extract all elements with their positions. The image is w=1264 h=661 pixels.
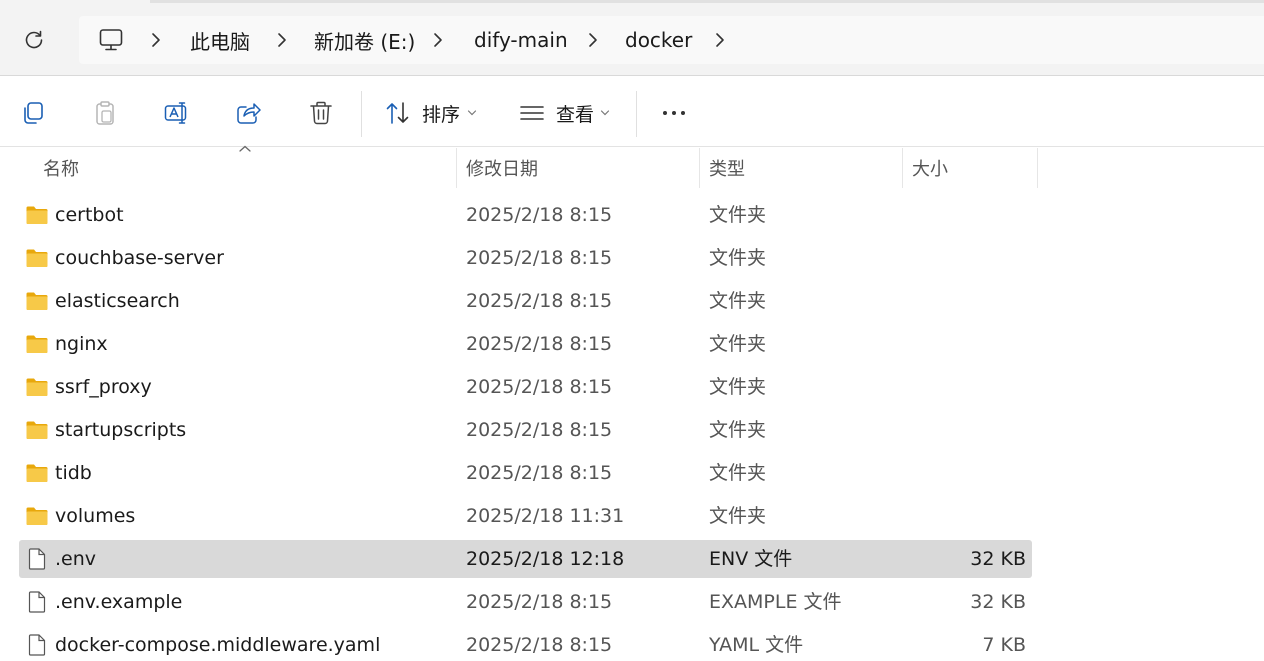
more-icon[interactable] (660, 99, 688, 127)
file-size: 32 KB (970, 591, 1026, 613)
file-date: 2025/2/18 8:15 (466, 376, 613, 398)
refresh-button[interactable] (18, 24, 50, 56)
breadcrumb-this-pc[interactable]: 此电脑 (190, 16, 250, 64)
chevron-right-icon[interactable] (147, 31, 165, 49)
folder-icon (26, 421, 48, 439)
folder-row[interactable]: nginx 2025/2/18 8:15 文件夹 (19, 325, 1032, 363)
folder-icon (26, 464, 48, 482)
command-bar: 排序 查看 (0, 77, 1264, 147)
column-divider[interactable] (1037, 148, 1038, 188)
file-date: 2025/2/18 8:15 (466, 290, 613, 312)
file-icon (28, 591, 46, 613)
file-date: 2025/2/18 11:31 (466, 505, 625, 527)
breadcrumb-volume-e[interactable]: 新加卷 (E:) (314, 16, 415, 64)
breadcrumb-dify-main[interactable]: dify-main (474, 16, 568, 64)
folder-icon (26, 378, 48, 396)
file-type: 文件夹 (709, 376, 767, 398)
file-date: 2025/2/18 12:18 (466, 548, 625, 570)
folder-row[interactable]: certbot 2025/2/18 8:15 文件夹 (19, 196, 1032, 234)
file-type: 文件夹 (709, 419, 767, 441)
view-icon[interactable] (518, 99, 546, 127)
file-type: 文件夹 (709, 204, 767, 226)
file-date: 2025/2/18 8:15 (466, 419, 613, 441)
file-name: startupscripts (55, 419, 187, 441)
column-header-name[interactable]: 名称 (43, 148, 79, 188)
file-name: docker-compose.middleware.yaml (55, 634, 381, 656)
share-icon[interactable] (235, 99, 263, 127)
folder-row[interactable]: elasticsearch 2025/2/18 8:15 文件夹 (19, 282, 1032, 320)
file-date: 2025/2/18 8:15 (466, 634, 613, 656)
file-type: 文件夹 (709, 462, 767, 484)
file-date: 2025/2/18 8:15 (466, 247, 613, 269)
folder-icon (26, 206, 48, 224)
chevron-right-icon[interactable] (584, 31, 602, 49)
file-row[interactable]: .env.example 2025/2/18 8:15 EXAMPLE 文件 32 K… (19, 583, 1032, 621)
refresh-icon (25, 30, 43, 49)
rename-icon[interactable] (163, 99, 191, 127)
file-date: 2025/2/18 8:15 (466, 333, 613, 355)
file-name: .env.example (55, 591, 183, 613)
column-header-date[interactable]: 修改日期 (466, 148, 538, 188)
file-type: ENV 文件 (709, 548, 793, 570)
command-separator (636, 91, 637, 137)
paste-icon[interactable] (91, 99, 119, 127)
file-date: 2025/2/18 8:15 (466, 462, 613, 484)
tab-strip-edge (150, 0, 1264, 3)
file-row[interactable]: .env 2025/2/18 12:18 ENV 文件 32 KB (19, 540, 1032, 578)
sort-button[interactable]: 排序 (422, 100, 460, 127)
column-header-type[interactable]: 类型 (709, 148, 745, 188)
chevron-down-icon[interactable] (600, 109, 610, 117)
column-header-size[interactable]: 大小 (912, 148, 948, 188)
file-icon (28, 548, 46, 570)
sort-icon[interactable] (384, 99, 412, 127)
breadcrumb-docker[interactable]: docker (625, 16, 692, 64)
folder-row[interactable]: couchbase-server 2025/2/18 8:15 文件夹 (19, 239, 1032, 277)
file-type: 文件夹 (709, 290, 767, 312)
file-date: 2025/2/18 8:15 (466, 591, 613, 613)
folder-row[interactable]: tidb 2025/2/18 8:15 文件夹 (19, 454, 1032, 492)
file-size: 7 KB (982, 634, 1026, 656)
file-name: tidb (55, 462, 92, 484)
address-box[interactable]: 此电脑 新加卷 (E:) dify-main docker (79, 16, 1264, 64)
file-type: 文件夹 (709, 505, 767, 527)
column-divider[interactable] (699, 148, 700, 188)
file-type: 文件夹 (709, 333, 767, 355)
file-name: certbot (55, 204, 124, 226)
command-separator (361, 91, 362, 137)
trash-icon[interactable] (307, 99, 335, 127)
chevron-down-icon[interactable] (467, 109, 477, 117)
folder-icon (26, 249, 48, 267)
folder-icon (26, 507, 48, 525)
column-divider[interactable] (456, 148, 457, 188)
file-name: volumes (55, 505, 136, 527)
file-name: couchbase-server (55, 247, 224, 269)
file-name: .env (55, 548, 97, 570)
column-divider[interactable] (902, 148, 903, 188)
chevron-right-icon[interactable] (429, 31, 447, 49)
folder-icon (26, 335, 48, 353)
sort-ascending-icon (239, 145, 251, 152)
file-row[interactable]: docker-compose.middleware.yaml 2025/2/18 … (19, 626, 1032, 661)
file-name: nginx (55, 333, 108, 355)
folder-icon (26, 292, 48, 310)
file-name: elasticsearch (55, 290, 180, 312)
file-name: ssrf_proxy (55, 376, 152, 398)
file-date: 2025/2/18 8:15 (466, 204, 613, 226)
view-button[interactable]: 查看 (556, 100, 594, 127)
file-size: 32 KB (970, 548, 1026, 570)
copy-icon[interactable] (19, 99, 47, 127)
file-type: 文件夹 (709, 247, 767, 269)
chevron-right-icon[interactable] (711, 31, 729, 49)
chevron-right-icon[interactable] (273, 31, 291, 49)
file-type: EXAMPLE 文件 (709, 591, 842, 613)
folder-row[interactable]: ssrf_proxy 2025/2/18 8:15 文件夹 (19, 368, 1032, 406)
computer-icon[interactable] (98, 27, 124, 53)
folder-row[interactable]: startupscripts 2025/2/18 8:15 文件夹 (19, 411, 1032, 449)
address-bar-region: 此电脑 新加卷 (E:) dify-main docker (0, 0, 1264, 76)
file-type: YAML 文件 (709, 634, 804, 656)
file-icon (28, 634, 46, 656)
folder-row[interactable]: volumes 2025/2/18 11:31 文件夹 (19, 497, 1032, 535)
